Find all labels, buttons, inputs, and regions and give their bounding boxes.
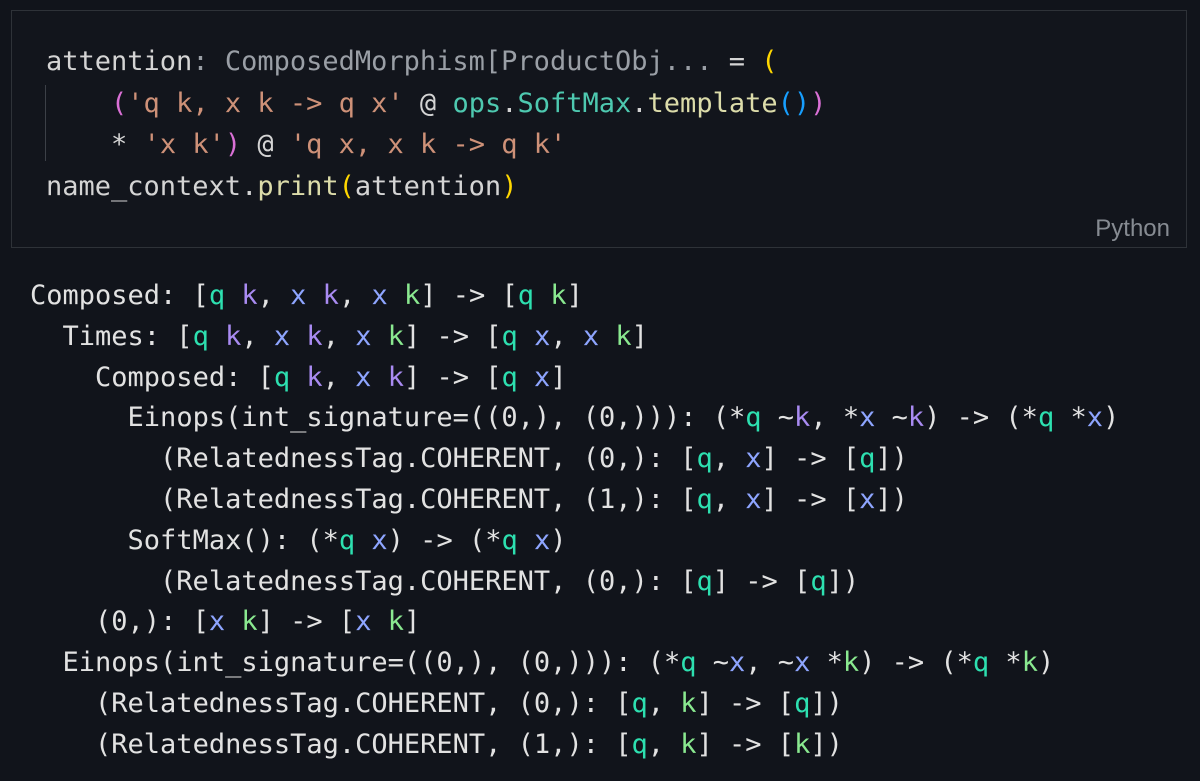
output-token: (RelatednessTag.COHERENT, [160, 443, 583, 475]
code-token: * [111, 129, 128, 160]
code-line-2: ('q k, x k -> q x' @ ops.SoftMax.templat… [111, 87, 827, 119]
code-cell[interactable]: attention: ComposedMorphism[ProductObj..… [11, 10, 1187, 248]
output-line: Composed: [q k, x k] -> [q x] [95, 361, 567, 393]
output-line: (RelatednessTag.COHERENT, (1,): [q, k] -… [95, 728, 843, 760]
code-token: print [257, 170, 339, 202]
code-token: template [647, 87, 778, 119]
output-token: Einops(int_signature=((0,), (0,))): (* [62, 647, 681, 679]
output-token: (1,) [582, 483, 648, 515]
code-token: ) [501, 170, 518, 202]
string-literal: 'x k' [143, 129, 225, 160]
code-token: @ [419, 87, 437, 119]
output-line: (RelatednessTag.COHERENT, (0,): [q, k] -… [95, 687, 843, 719]
code-token: name_context [46, 170, 242, 202]
string-literal: 'q k, x k -> q x' [127, 87, 404, 119]
output-token: Times [62, 320, 144, 352]
code-token: @ [257, 129, 274, 160]
code-token: = [712, 46, 746, 77]
code-token: ( [338, 170, 355, 202]
output-line: Composed: [q k, x k, x k] -> [q k] [30, 280, 583, 311]
code-token: attention [46, 46, 193, 77]
code-line-4: name_context.print(attention) [46, 170, 518, 202]
code-line-1: attention: ComposedMorphism[ProductObj..… [46, 46, 778, 77]
code-token: ( [761, 46, 778, 77]
code-token: ops [452, 87, 502, 119]
output-line: (0,): [x k] -> [x k] [95, 606, 421, 638]
output-line: (RelatednessTag.COHERENT, (0,): [q, x] -… [160, 443, 908, 475]
output-token: (RelatednessTag.COHERENT, [95, 728, 518, 760]
output-token: : [ [225, 361, 274, 393]
code-token: ( [111, 87, 128, 119]
code-token: ) [224, 129, 242, 160]
output-token: (0,) [582, 565, 648, 597]
code-line-3: * 'x k') @ 'q x, x k -> q k' [111, 129, 566, 160]
output-token: Composed [30, 280, 161, 311]
output-line: Einops(int_signature=((0,), (0,))): (*q … [62, 647, 1055, 679]
cell-output: Composed: [q k, x k, x k] -> [q k] Times… [30, 276, 1119, 766]
output-token: (RelatednessTag.COHERENT, [95, 687, 518, 719]
code-token: : [192, 46, 209, 77]
type-annotation-hint: ComposedMorphism[ProductObj... [208, 46, 713, 77]
output-line: (RelatednessTag.COHERENT, (0,): [q] -> [… [160, 565, 860, 597]
output-token: SoftMax(): (* [127, 524, 339, 556]
output-token: (RelatednessTag.COHERENT, [160, 483, 583, 515]
output-token: (1,) [517, 728, 583, 760]
output-token: (RelatednessTag.COHERENT, [160, 565, 583, 597]
output-token: Composed [95, 361, 226, 393]
code-token: SoftMax [517, 87, 632, 119]
output-token: Einops(int_signature=((0,), (0,))): (* [127, 402, 746, 434]
code-editor[interactable]: attention: ComposedMorphism[ProductObj..… [46, 41, 826, 207]
output-token: (0,) [582, 443, 648, 475]
cell-language-label: Python [1095, 215, 1170, 242]
output-token: : [ [160, 280, 209, 311]
output-token: (0,) [517, 687, 583, 719]
output-line: Times: [q k, x k, x k] -> [q x, x k] [62, 320, 648, 352]
output-line: (RelatednessTag.COHERENT, (1,): [q, x] -… [160, 483, 908, 515]
code-token: ) [810, 87, 827, 119]
output-line: SoftMax(): (*q x) -> (*q x) [127, 524, 567, 556]
output-token: : [ [143, 320, 193, 352]
output-line: Einops(int_signature=((0,), (0,))): (*q … [127, 402, 1120, 434]
output-token: (0,) [95, 606, 161, 638]
code-token: attention [354, 170, 502, 202]
string-literal: 'q x, x k -> q k' [289, 129, 567, 160]
code-token: () [777, 87, 811, 119]
